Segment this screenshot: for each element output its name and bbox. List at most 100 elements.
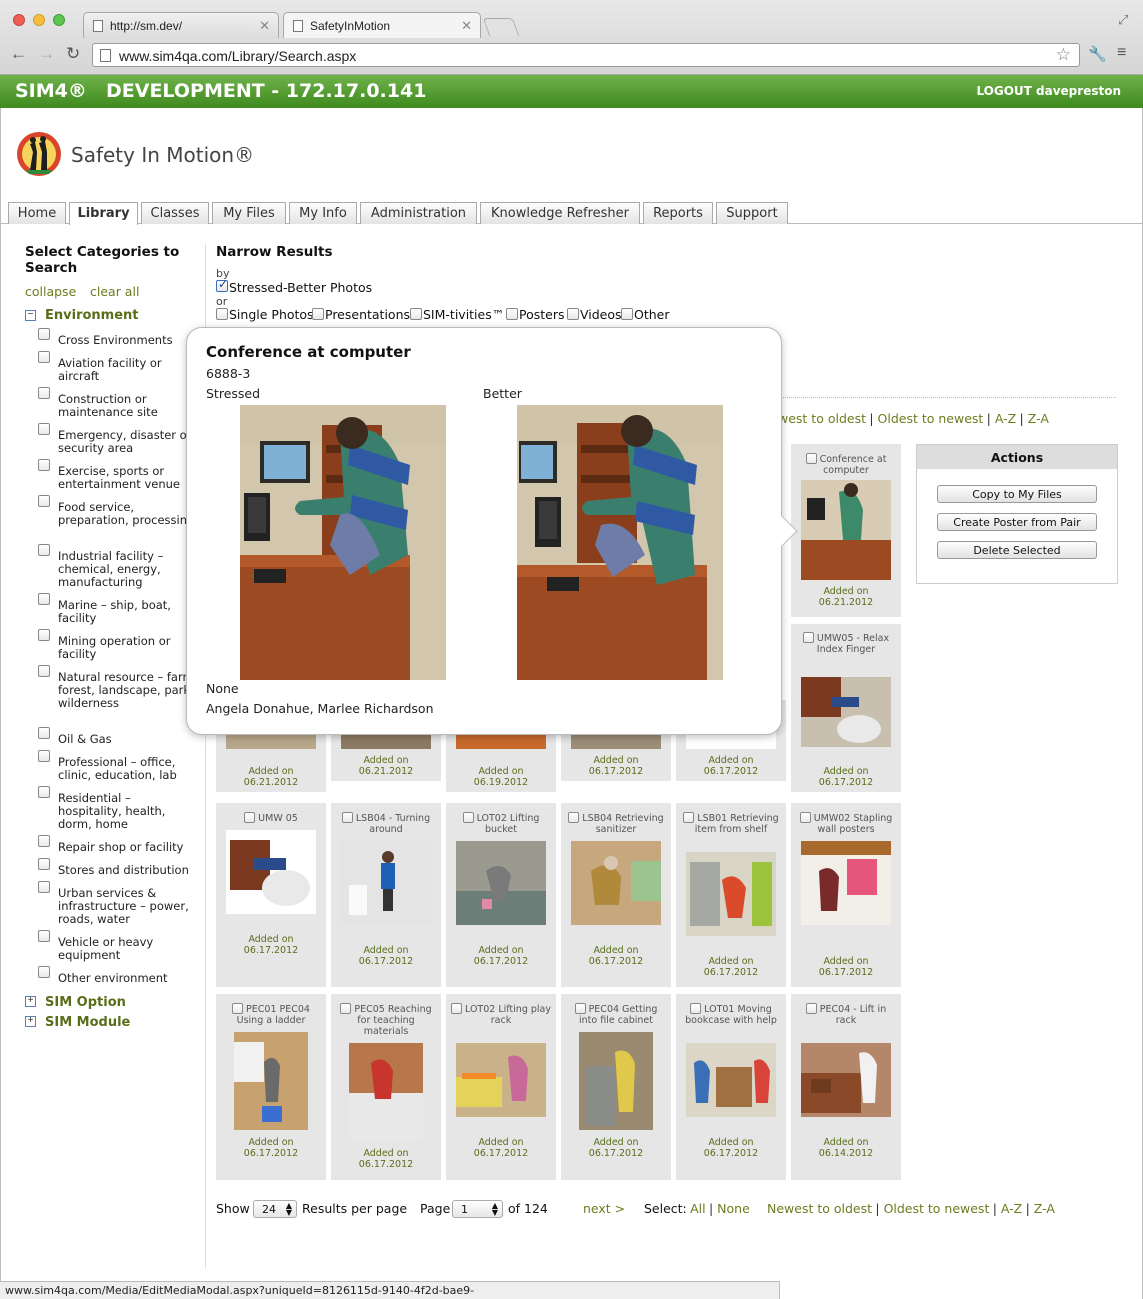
media-checkbox[interactable]	[232, 1003, 244, 1014]
close-window-icon[interactable]	[13, 14, 25, 26]
media-thumbnail[interactable]	[801, 677, 891, 747]
per-page-select[interactable]: 24 ▲ ▼	[253, 1200, 297, 1218]
next-page-link[interactable]: next >	[583, 1201, 625, 1216]
stressed-better-checkbox[interactable]: ✓	[216, 277, 228, 292]
collapse-environment-icon[interactable]: −	[25, 310, 36, 321]
tab-library[interactable]: Library	[69, 202, 138, 225]
category-checkbox[interactable]	[38, 629, 50, 641]
address-bar[interactable]: www.sim4qa.com/Library/Search.aspx ☆	[92, 43, 1080, 67]
section-environment[interactable]: Environment	[45, 308, 139, 323]
clear-all-link[interactable]: clear all	[90, 284, 139, 299]
section-sim-module[interactable]: SIM Module	[45, 1015, 130, 1030]
category-checkbox[interactable]	[38, 786, 50, 798]
sort-oldest-link[interactable]: Oldest to newest	[878, 411, 984, 426]
tab-reports[interactable]: Reports	[643, 202, 713, 224]
close-tab-icon[interactable]: ✕	[259, 18, 270, 34]
delete-selected-button[interactable]: Delete Selected	[937, 541, 1097, 559]
sort-newest-link[interactable]: west to oldest	[778, 411, 866, 426]
expand-sim-module-icon[interactable]: +	[25, 1016, 36, 1027]
sort-az-link[interactable]: A-Z	[995, 411, 1016, 426]
tab-knowledge-refresher[interactable]: Knowledge Refresher	[480, 202, 640, 224]
browser-tab-2[interactable]: SafetyInMotion ✕	[283, 12, 481, 38]
category-checkbox[interactable]	[38, 544, 50, 556]
media-thumbnail[interactable]	[341, 841, 431, 925]
sort-za-link[interactable]: Z-A	[1028, 411, 1049, 426]
videos-checkbox[interactable]	[567, 308, 579, 320]
select-none-link[interactable]: None	[717, 1201, 750, 1216]
sort-az-link[interactable]: A-Z	[1001, 1201, 1022, 1216]
menu-icon[interactable]: ≡	[1117, 44, 1126, 62]
tab-home[interactable]: Home	[8, 202, 66, 224]
zoom-window-icon[interactable]	[53, 14, 65, 26]
category-checkbox[interactable]	[38, 423, 50, 435]
media-checkbox[interactable]	[450, 1003, 462, 1014]
media-checkbox[interactable]	[683, 812, 695, 823]
stressed-photo[interactable]	[240, 405, 446, 680]
media-thumbnail[interactable]	[801, 480, 891, 580]
create-poster-button[interactable]: Create Poster from Pair	[937, 513, 1097, 531]
tab-support[interactable]: Support	[716, 202, 788, 224]
media-card[interactable]: PEC05 Reaching for teaching materials Ad…	[331, 994, 441, 1180]
media-card[interactable]: UMW02 Stapling wall posters Added on 06.…	[791, 803, 901, 987]
posters-checkbox[interactable]	[506, 308, 518, 320]
media-thumbnail[interactable]	[801, 841, 891, 925]
category-checkbox[interactable]	[38, 495, 50, 507]
media-checkbox[interactable]	[568, 812, 580, 823]
media-card[interactable]: LOT02 Lifting bucket Added on 06.17.2012	[446, 803, 556, 987]
media-checkbox[interactable]	[244, 812, 256, 823]
media-card[interactable]: PEC01 PEC04 Using a ladder Added on 06.1…	[216, 994, 326, 1180]
media-card[interactable]: LOT01 Moving bookcase with help Added on…	[676, 994, 786, 1180]
section-sim-option[interactable]: SIM Option	[45, 995, 126, 1010]
media-thumbnail[interactable]	[456, 1043, 546, 1117]
media-thumbnail[interactable]	[686, 852, 776, 936]
back-icon[interactable]: ←	[10, 44, 27, 64]
media-card[interactable]: UMW 05 Added on 06.17.2012	[216, 803, 326, 987]
other-checkbox[interactable]	[621, 308, 633, 320]
category-checkbox[interactable]	[38, 665, 50, 677]
media-thumbnail[interactable]	[801, 1043, 891, 1117]
category-checkbox[interactable]	[38, 459, 50, 471]
close-tab-icon[interactable]: ✕	[461, 18, 472, 34]
tab-classes[interactable]: Classes	[141, 202, 209, 224]
media-checkbox[interactable]	[805, 1003, 817, 1014]
category-checkbox[interactable]	[38, 858, 50, 870]
wrench-icon[interactable]: 🔧	[1088, 45, 1107, 63]
sort-oldest-link[interactable]: Oldest to newest	[884, 1201, 990, 1216]
media-card[interactable]: Conference at computer Added on 06.21.20…	[791, 444, 901, 617]
reload-icon[interactable]: ↻	[66, 44, 80, 64]
sort-za-link[interactable]: Z-A	[1034, 1201, 1055, 1216]
media-checkbox[interactable]	[805, 453, 817, 464]
media-thumbnail[interactable]	[456, 841, 546, 925]
media-thumbnail[interactable]	[686, 1043, 776, 1117]
media-thumbnail[interactable]	[571, 841, 661, 925]
browser-tab-1[interactable]: http://sm.dev/ ✕	[83, 12, 279, 38]
better-photo[interactable]	[517, 405, 723, 680]
category-checkbox[interactable]	[38, 328, 50, 340]
minimize-window-icon[interactable]	[33, 14, 45, 26]
new-tab-button[interactable]	[482, 18, 520, 36]
media-thumbnail[interactable]	[226, 830, 316, 914]
media-checkbox[interactable]	[799, 812, 811, 823]
media-checkbox[interactable]	[574, 1003, 586, 1014]
presentations-checkbox[interactable]	[312, 308, 324, 320]
category-checkbox[interactable]	[38, 387, 50, 399]
sort-newest-link[interactable]: Newest to oldest	[767, 1201, 872, 1216]
category-checkbox[interactable]	[38, 966, 50, 978]
category-checkbox[interactable]	[38, 835, 50, 847]
media-checkbox[interactable]	[690, 1003, 702, 1014]
category-checkbox[interactable]	[38, 930, 50, 942]
select-all-link[interactable]: All	[690, 1201, 706, 1216]
category-checkbox[interactable]	[38, 727, 50, 739]
media-card[interactable]: LOT02 Lifting play rack Added on 06.17.2…	[446, 994, 556, 1180]
tab-my-files[interactable]: My Files	[212, 202, 286, 224]
media-card[interactable]: PEC04 - Lift in rack Added on 06.14.2012	[791, 994, 901, 1180]
single-photos-checkbox[interactable]	[216, 308, 228, 320]
media-thumbnail[interactable]	[579, 1032, 653, 1130]
collapse-link[interactable]: collapse	[25, 284, 76, 299]
category-checkbox[interactable]	[38, 750, 50, 762]
media-card[interactable]: LSB04 - Turning around Added on 06.17.20…	[331, 803, 441, 987]
media-checkbox[interactable]	[340, 1003, 352, 1014]
sim-tivities-checkbox[interactable]	[410, 308, 422, 320]
media-card[interactable]: LSB04 Retrieving sanitizer Added on 06.1…	[561, 803, 671, 987]
forward-icon[interactable]: →	[38, 44, 55, 64]
